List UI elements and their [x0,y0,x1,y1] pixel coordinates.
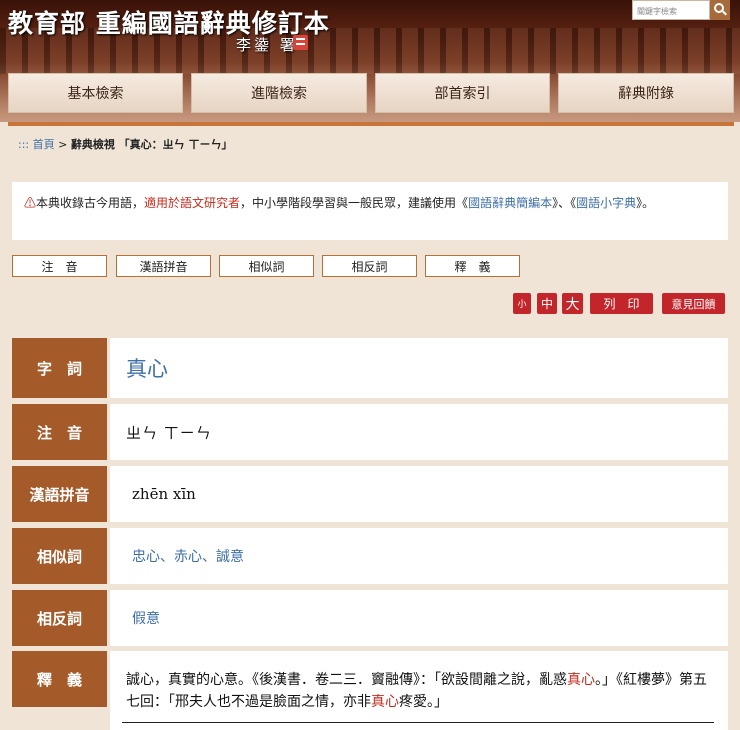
entry-row-zhuyin: 注 音 ㄓㄣ ㄒㄧㄣ [12,404,728,460]
notice-text: 本典收錄古今用語， [36,196,145,210]
synonym-link[interactable]: 赤心 [174,549,202,565]
label-word: 字 詞 [12,338,107,398]
font-small-button[interactable]: 小 [513,293,531,314]
value-definition: 誠心，真實的心意。《後漢書．卷二三．竇融傳》：「欲設間離之說，亂惑真心。」《紅樓… [110,651,728,730]
usage-notice: ⚠本典收錄古今用語，適用於語文研究者，中小學階段學習與一般民眾，建議使用《國語辭… [12,182,728,240]
synonym-list: 忠心、赤心、誠意 [126,546,244,566]
breadcrumb-separator: > [54,138,71,151]
value-pinyin: zhēn xīn [110,466,728,522]
entry-row-antonyms: 相反詞 假意 [12,590,728,646]
search-icon-handle [722,10,727,16]
entry-row-definition: 釋 義 誠心，真實的心意。《後漢書．卷二三．竇融傳》：「欲設間離之說，亂惑真心。… [12,651,728,730]
entry-row-word: 字 詞 真心 [12,338,728,398]
breadcrumb: ::: 首頁 > 辭典檢視 「真心：ㄓㄣ ㄒㄧㄣ」 [18,136,233,152]
entry-row-synonyms: 相似詞 忠心、赤心、誠意 [12,528,728,584]
notice-text: 》、《 [552,196,577,210]
nav-appendix[interactable]: 辭典附錄 [558,73,734,113]
antonym-link[interactable]: 假意 [126,608,160,628]
definition-headword: 真心 [371,694,399,710]
label-synonyms: 相似詞 [12,528,107,584]
entry-pinyin: zhēn xīn [132,485,196,503]
section-antonyms-button[interactable]: 相反詞 [322,255,417,277]
section-definition-button[interactable]: 釋 義 [425,255,520,277]
definition-divider [122,722,714,723]
label-pinyin: 漢語拼音 [12,466,107,522]
synonym-separator: 、 [160,549,174,565]
definition-text: 誠心，真實的心意。《後漢書．卷二三．竇融傳》：「欲設間離之說，亂惑真心。」《紅樓… [126,669,714,713]
print-button[interactable]: 列 印 [590,293,653,314]
notice-text: 》。 [636,196,655,210]
notice-text: ，中小學階段學習與一般民眾，建議使用《 [240,196,469,210]
content-top-divider [8,122,734,126]
definition-segment: 誠心，真實的心意。《後漢書．卷二三．竇融傳》：「欲設間離之說，亂惑 [126,672,567,688]
nav-radical-index[interactable]: 部首索引 [375,73,550,113]
mini-dictionary-link[interactable]: 國語小字典 [576,196,636,210]
site-author: 李鍌 署 [236,36,298,54]
synonym-link[interactable]: 誠意 [216,549,244,565]
label-antonyms: 相反詞 [12,590,107,646]
notice-highlight: 適用於語文研究者 [144,196,241,210]
section-zhuyin-button[interactable]: 注 音 [12,255,107,277]
feedback-button[interactable]: 意見回饋 [662,293,725,314]
search-button[interactable] [710,0,730,20]
label-zhuyin: 注 音 [12,404,107,460]
search-input[interactable]: 關鍵字檢索 [632,0,710,20]
value-synonyms: 忠心、赤心、誠意 [110,528,728,584]
seal-icon [293,35,308,50]
nav-advanced-search[interactable]: 進階檢索 [191,73,367,113]
value-antonyms: 假意 [110,590,728,646]
entry-row-pinyin: 漢語拼音 zhēn xīn [12,466,728,522]
warning-icon: ⚠ [24,196,37,210]
value-word: 真心 [110,338,728,398]
synonym-separator: 、 [202,549,216,565]
value-zhuyin: ㄓㄣ ㄒㄧㄣ [110,404,728,460]
font-large-button[interactable]: 大 [562,293,583,314]
breadcrumb-current: 辭典檢視 「真心：ㄓㄣ ㄒㄧㄣ」 [70,138,233,151]
section-synonyms-button[interactable]: 相似詞 [219,255,314,277]
breadcrumb-anchor[interactable]: ::: [18,138,29,151]
synonym-link[interactable]: 忠心 [132,549,160,565]
font-medium-button[interactable]: 中 [537,293,557,314]
concise-dictionary-link[interactable]: 國語辭典簡編本 [468,196,552,210]
breadcrumb-home-link[interactable]: 首頁 [33,138,55,151]
entry-word: 真心 [126,357,168,381]
definition-headword: 真心 [567,672,595,688]
definition-segment: 疼愛。」 [399,694,448,710]
section-pinyin-button[interactable]: 漢語拼音 [116,255,211,277]
nav-basic-search[interactable]: 基本檢索 [8,73,183,113]
label-definition: 釋 義 [12,651,107,707]
entry-zhuyin: ㄓㄣ ㄒㄧㄣ [126,423,212,442]
